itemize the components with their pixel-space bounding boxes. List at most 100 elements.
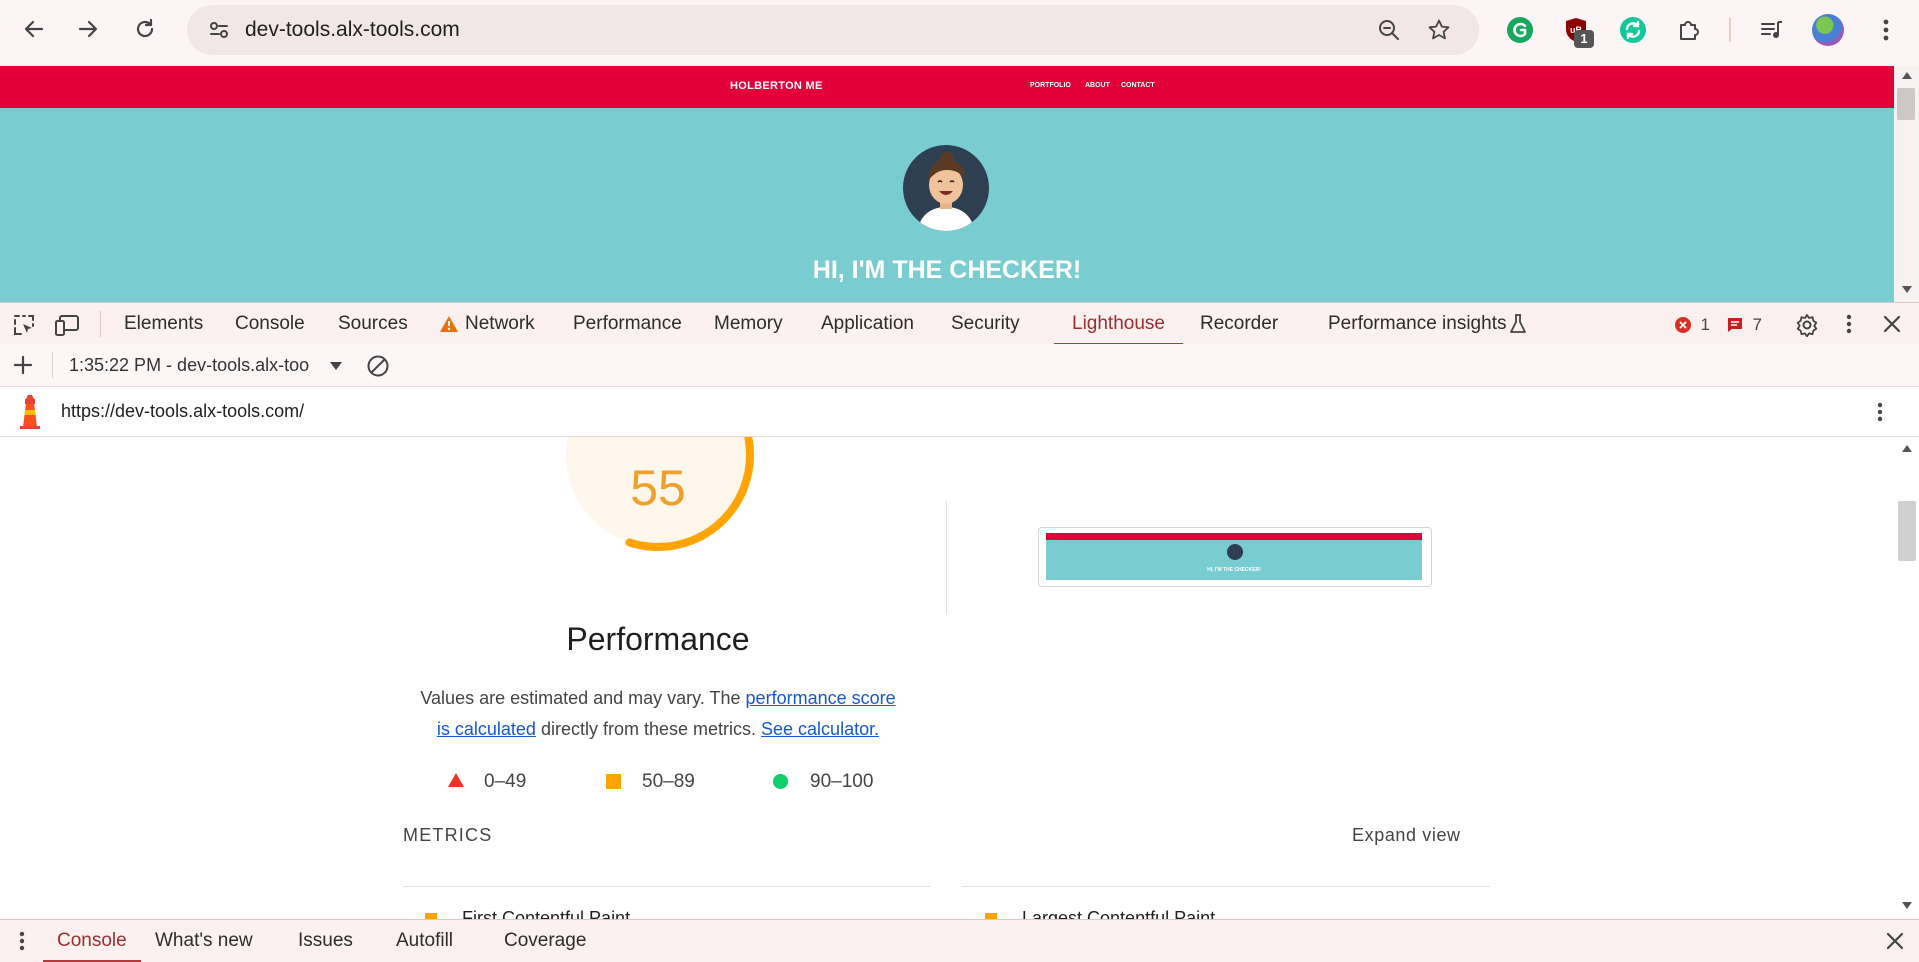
scroll-down-arrow-icon[interactable] (1902, 286, 1912, 293)
extensions-button[interactable] (1671, 12, 1707, 48)
puzzle-icon (1680, 21, 1699, 40)
close-icon (1886, 932, 1904, 950)
tab-performance[interactable]: Performance (573, 303, 682, 345)
nav-link-portfolio[interactable]: PORTFOLIO (1030, 82, 1071, 89)
ublock-extension[interactable]: uB 1 (1558, 12, 1594, 48)
forward-arrow-icon (78, 20, 98, 38)
tab-console[interactable]: Console (235, 303, 305, 345)
devtools-settings-button[interactable] (1795, 313, 1819, 342)
profile-button[interactable] (1810, 12, 1846, 48)
person-illustration-icon (917, 152, 975, 231)
scroll-up-arrow-icon[interactable] (1902, 72, 1912, 79)
kebab-menu-icon (1846, 314, 1852, 334)
metric-fcp-label: First Contentful Paint (462, 908, 631, 919)
back-button[interactable] (14, 9, 54, 49)
drawer-tab-autofill[interactable]: Autofill (396, 920, 453, 962)
grammarly-extension[interactable] (1502, 12, 1538, 48)
error-icon (1675, 317, 1691, 333)
tune-icon (210, 22, 228, 38)
drawer-tab-issues[interactable]: Issues (298, 920, 353, 962)
tab-application[interactable]: Application (821, 303, 914, 345)
lighthouse-logo-icon (16, 395, 44, 434)
devtools-menu-button[interactable] (1845, 313, 1853, 340)
is-calculated-link[interactable]: is calculated (437, 719, 536, 739)
tab-performance-insights[interactable]: Performance insights (1328, 303, 1506, 345)
avatar-icon (1812, 14, 1844, 46)
tab-elements[interactable]: Elements (124, 303, 203, 345)
message-count-button[interactable]: 7 (1726, 315, 1762, 335)
page-scroll-thumb[interactable] (1897, 88, 1915, 120)
report-scrollbar[interactable] (1895, 437, 1919, 919)
nav-link-contact[interactable]: CONTACT (1121, 82, 1155, 89)
clear-reports-button[interactable] (366, 354, 390, 383)
nav-link-about[interactable]: ABOUT (1085, 82, 1110, 89)
devtools-tabbar: Elements Console Sources Network Perform… (0, 302, 1919, 345)
thumbnail-avatar (1227, 544, 1243, 560)
new-report-button[interactable] (12, 354, 34, 381)
tab-sources[interactable]: Sources (338, 303, 408, 345)
report-menu-button[interactable] (1876, 401, 1884, 428)
scroll-up-arrow-icon[interactable] (1902, 445, 1912, 452)
close-drawer-button[interactable] (1886, 932, 1904, 955)
error-count-button[interactable]: 1 (1674, 315, 1710, 335)
tab-lighthouse[interactable]: Lighthouse (1054, 303, 1183, 345)
drawer-tab-coverage[interactable]: Coverage (504, 920, 586, 962)
dropdown-caret-icon[interactable] (330, 362, 342, 370)
expand-view-toggle[interactable]: Expand view (1352, 825, 1461, 846)
lighthouse-report: 55 HI, I'M THE CHECKER! Performance Valu… (0, 437, 1895, 919)
toolbar-divider (1729, 18, 1731, 42)
score-value: 55 (630, 460, 686, 516)
message-count: 7 (1752, 315, 1762, 334)
drawer-tab-console[interactable]: Console (43, 920, 141, 962)
address-bar[interactable]: dev-tools.alx-tools.com (187, 5, 1479, 55)
page-scrollbar[interactable] (1894, 66, 1919, 302)
metric-lcp-label: Largest Contentful Paint (1022, 908, 1216, 919)
close-devtools-button[interactable] (1882, 314, 1902, 339)
site-brand[interactable]: HOLBERTON ME (730, 80, 823, 92)
thumbnail-hero: HI, I'M THE CHECKER! (1046, 540, 1422, 580)
metrics-divider-left (403, 886, 931, 887)
category-title: Performance (566, 621, 750, 657)
tab-security[interactable]: Security (951, 303, 1020, 345)
bookmark-button[interactable] (1423, 14, 1455, 46)
report-url: https://dev-tools.alx-tools.com/ (61, 401, 305, 421)
toolbar-divider (52, 352, 53, 378)
legend-pass-range: 90–100 (810, 771, 874, 792)
drawer-tab-whats-new[interactable]: What's new (155, 920, 253, 962)
performance-score-link[interactable]: performance score (746, 688, 896, 708)
error-count: 1 (1700, 315, 1710, 334)
report-select[interactable]: 1:35:22 PM - dev-tools.alx-too (69, 344, 309, 386)
inspect-element-button[interactable] (12, 313, 36, 342)
final-screenshot-thumbnail[interactable]: HI, I'M THE CHECKER! (1038, 527, 1432, 587)
kebab-menu-icon (1877, 402, 1883, 422)
hero-title: HI, I'M THE CHECKER! (812, 256, 1082, 284)
drawer-menu-button[interactable] (18, 930, 26, 957)
url-text[interactable]: dev-tools.alx-tools.com (245, 5, 460, 55)
tab-recorder[interactable]: Recorder (1200, 303, 1278, 345)
block-icon (367, 355, 389, 377)
sync-extension[interactable] (1615, 12, 1651, 48)
metrics-divider-right (962, 886, 1490, 887)
device-toolbar-button[interactable] (54, 313, 80, 342)
back-arrow-icon (24, 20, 44, 38)
report-scroll-thumb[interactable] (1898, 501, 1916, 561)
scroll-down-arrow-icon[interactable] (1902, 902, 1912, 909)
chrome-menu-button[interactable] (1868, 12, 1904, 48)
see-calculator-link[interactable]: See calculator. (761, 719, 879, 739)
thumbnail-navbar (1046, 533, 1422, 540)
queue-music-icon (1761, 21, 1782, 38)
forward-button[interactable] (68, 9, 108, 49)
description-text-middle: directly from these metrics. (535, 719, 762, 739)
site-info-button[interactable] (203, 14, 235, 46)
zoom-out-icon (1379, 20, 1399, 40)
star-icon (1428, 19, 1450, 40)
tab-network[interactable]: Network (465, 303, 535, 345)
tab-memory[interactable]: Memory (714, 303, 783, 345)
gear-icon (1796, 314, 1818, 338)
gauge-divider (946, 501, 947, 614)
thumbnail-title: HI, I'M THE CHECKER! (1207, 567, 1261, 573)
media-controls-button[interactable] (1754, 12, 1790, 48)
reload-button[interactable] (125, 9, 165, 49)
metrics-heading: METRICS (403, 825, 493, 845)
zoom-button[interactable] (1373, 14, 1405, 46)
